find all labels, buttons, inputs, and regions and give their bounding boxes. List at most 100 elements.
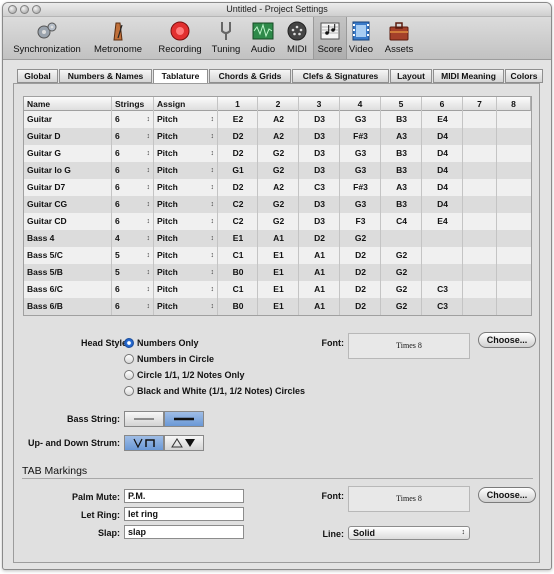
table-row[interactable]: Guitar D7 6 ↕ Pitch ↕ D2 A2 C3 F#3 A3 D4 xyxy=(24,179,531,196)
table-cell[interactable]: D2 xyxy=(340,264,381,281)
strings-stepper[interactable]: 6 ↕ xyxy=(112,128,154,145)
tab-chords-grids[interactable]: Chords & Grids xyxy=(209,69,291,83)
table-cell[interactable]: A3 xyxy=(381,179,422,196)
tab-numbers-names[interactable]: Numbers & Names xyxy=(59,69,152,83)
tab-colors[interactable]: Colors xyxy=(505,69,543,83)
tab-global[interactable]: Global xyxy=(17,69,58,83)
head-style-radio-numbers-only[interactable] xyxy=(124,338,134,348)
table-cell[interactable]: A1 xyxy=(299,247,340,264)
table-row[interactable]: Bass 5/C 5 ↕ Pitch ↕ C1 E1 A1 D2 G2 xyxy=(24,247,531,264)
bass-string-thin-option[interactable] xyxy=(124,411,164,427)
table-cell[interactable]: G1 xyxy=(218,162,258,179)
markings-choose-font-button[interactable]: Choose... xyxy=(478,487,536,503)
assign-popup[interactable]: Pitch ↕ xyxy=(154,264,218,281)
stepper-arrows-icon[interactable]: ↕ xyxy=(211,247,215,264)
table-cell[interactable]: D4 xyxy=(422,128,463,145)
table-cell[interactable]: G2 xyxy=(381,264,422,281)
strings-stepper[interactable]: 6 ↕ xyxy=(112,162,154,179)
table-row[interactable]: Bass 4 4 ↕ Pitch ↕ E1 A1 D2 G2 xyxy=(24,230,531,247)
table-cell[interactable]: A1 xyxy=(258,230,299,247)
table-cell[interactable] xyxy=(463,111,497,128)
stepper-arrows-icon[interactable]: ↕ xyxy=(147,264,151,281)
table-cell[interactable]: F#3 xyxy=(340,128,381,145)
strings-stepper[interactable]: 6 ↕ xyxy=(112,213,154,230)
toolbar-assets[interactable]: Assets xyxy=(379,17,419,59)
strum-option-triangles[interactable] xyxy=(164,435,204,451)
table-cell[interactable]: D2 xyxy=(340,298,381,315)
strings-stepper[interactable]: 6 ↕ xyxy=(112,281,154,298)
table-cell[interactable] xyxy=(497,128,531,145)
toolbar-video[interactable]: Video xyxy=(345,17,377,59)
table-row[interactable]: Guitar lo G 6 ↕ Pitch ↕ G1 G2 D3 G3 B3 D4 xyxy=(24,162,531,179)
toolbar-metronome[interactable]: Metronome xyxy=(85,17,151,59)
table-cell[interactable]: B0 xyxy=(218,298,258,315)
head-style-radio-numbers-circle[interactable] xyxy=(124,354,134,364)
strings-stepper[interactable]: 6 ↕ xyxy=(112,298,154,315)
table-cell[interactable] xyxy=(497,247,531,264)
toolbar-score[interactable]: Score xyxy=(313,17,347,59)
tab-clefs-signatures[interactable]: Clefs & Signatures xyxy=(292,69,389,83)
table-cell[interactable]: C3 xyxy=(422,298,463,315)
toolbar-recording[interactable]: Recording xyxy=(153,17,207,59)
stepper-arrows-icon[interactable]: ↕ xyxy=(147,145,151,162)
stepper-arrows-icon[interactable]: ↕ xyxy=(211,128,215,145)
table-cell[interactable]: B3 xyxy=(381,111,422,128)
column-header[interactable]: 2 xyxy=(258,97,299,111)
assign-popup[interactable]: Pitch ↕ xyxy=(154,213,218,230)
column-header[interactable]: 4 xyxy=(340,97,381,111)
table-cell[interactable]: D2 xyxy=(299,230,340,247)
table-cell[interactable]: D2 xyxy=(340,281,381,298)
strings-stepper[interactable]: 6 ↕ xyxy=(112,145,154,162)
strings-stepper[interactable]: 6 ↕ xyxy=(112,196,154,213)
table-cell[interactable]: C2 xyxy=(218,213,258,230)
head-style-radio-black-white[interactable] xyxy=(124,386,134,396)
table-cell[interactable]: A3 xyxy=(381,128,422,145)
table-row[interactable]: Guitar G 6 ↕ Pitch ↕ D2 G2 D3 G3 B3 D4 xyxy=(24,145,531,162)
strings-stepper[interactable]: 5 ↕ xyxy=(112,264,154,281)
stepper-arrows-icon[interactable]: ↕ xyxy=(147,213,151,230)
column-header[interactable]: Assign xyxy=(154,97,218,111)
stepper-arrows-icon[interactable]: ↕ xyxy=(211,162,215,179)
table-cell[interactable] xyxy=(497,145,531,162)
table-cell[interactable]: E1 xyxy=(258,247,299,264)
column-header[interactable]: 8 xyxy=(497,97,531,111)
table-cell[interactable]: G2 xyxy=(258,162,299,179)
column-header[interactable]: 7 xyxy=(463,97,497,111)
table-cell[interactable] xyxy=(463,179,497,196)
stepper-arrows-icon[interactable]: ↕ xyxy=(147,128,151,145)
assign-popup[interactable]: Pitch ↕ xyxy=(154,162,218,179)
choose-font-button[interactable]: Choose... xyxy=(478,332,536,348)
table-cell[interactable]: D4 xyxy=(422,162,463,179)
table-cell[interactable]: B0 xyxy=(218,264,258,281)
table-row[interactable]: Bass 5/B 5 ↕ Pitch ↕ B0 E1 A1 D2 G2 xyxy=(24,264,531,281)
tab-tablature[interactable]: Tablature xyxy=(153,69,208,84)
table-cell[interactable]: D3 xyxy=(299,128,340,145)
table-cell[interactable] xyxy=(463,247,497,264)
table-cell[interactable]: E1 xyxy=(258,264,299,281)
column-header[interactable]: 6 xyxy=(422,97,463,111)
table-cell[interactable]: G2 xyxy=(381,281,422,298)
table-cell[interactable] xyxy=(463,128,497,145)
table-cell[interactable]: E4 xyxy=(422,111,463,128)
table-cell[interactable]: G2 xyxy=(258,196,299,213)
table-cell[interactable] xyxy=(497,179,531,196)
column-header[interactable]: Strings xyxy=(112,97,154,111)
table-cell[interactable]: D3 xyxy=(299,196,340,213)
table-cell[interactable] xyxy=(463,196,497,213)
table-cell[interactable]: B3 xyxy=(381,162,422,179)
table-cell[interactable] xyxy=(463,230,497,247)
table-cell[interactable] xyxy=(422,230,463,247)
slap-field[interactable]: slap xyxy=(124,525,244,539)
table-cell[interactable] xyxy=(463,281,497,298)
table-cell[interactable]: G3 xyxy=(340,196,381,213)
table-cell[interactable]: E1 xyxy=(258,281,299,298)
table-cell[interactable]: C2 xyxy=(218,196,258,213)
stepper-arrows-icon[interactable]: ↕ xyxy=(211,230,215,247)
table-cell[interactable] xyxy=(497,298,531,315)
stepper-arrows-icon[interactable]: ↕ xyxy=(211,179,215,196)
table-cell[interactable] xyxy=(463,298,497,315)
table-cell[interactable] xyxy=(497,230,531,247)
table-row[interactable]: Bass 6/B 6 ↕ Pitch ↕ B0 E1 A1 D2 G2 C3 xyxy=(24,298,531,315)
table-cell[interactable]: C4 xyxy=(381,213,422,230)
toolbar-tuning[interactable]: Tuning xyxy=(207,17,245,59)
